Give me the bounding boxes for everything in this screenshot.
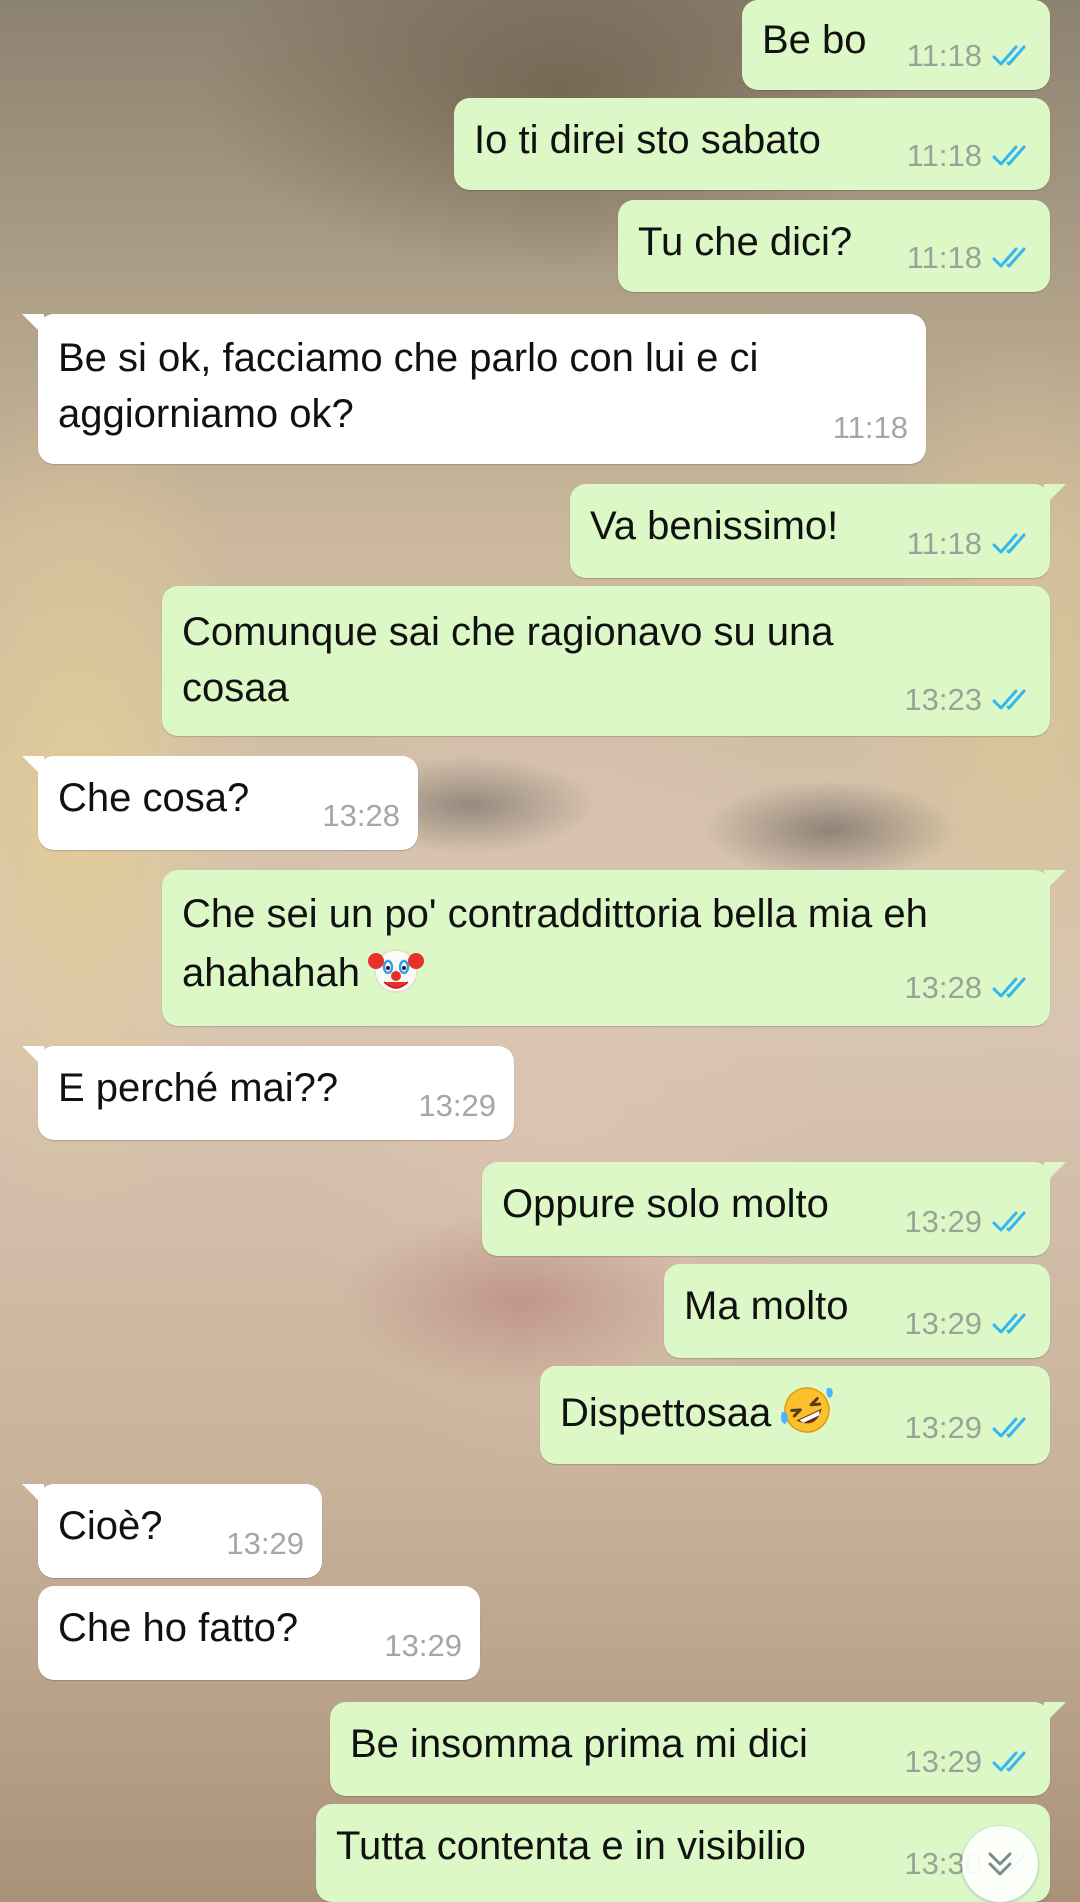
message-text: Be bo xyxy=(762,18,867,62)
message-time: 13:23 xyxy=(904,682,982,717)
message-time: 11:18 xyxy=(832,410,908,445)
message-time: 13:29 xyxy=(384,1628,462,1663)
outgoing-message[interactable]: Io ti direi sto sabato 11:18 xyxy=(454,98,1050,190)
message-text: Be insomma prima mi dici xyxy=(350,1722,808,1766)
clown-face-emoji xyxy=(367,949,424,993)
outgoing-message[interactable]: Tu che dici? 11:18 xyxy=(618,200,1050,292)
message-time: 13:29 xyxy=(904,1204,982,1239)
message-text-body: Dispettosaa xyxy=(560,1391,772,1435)
message-time: 13:29 xyxy=(904,1306,982,1341)
message-time: 11:18 xyxy=(906,138,982,173)
message-time: 13:28 xyxy=(904,970,982,1005)
rolling-on-the-floor-laughing-emoji xyxy=(781,1387,834,1433)
message-time: 11:18 xyxy=(906,526,982,561)
message-text: Dispettosaa xyxy=(560,1382,835,1441)
outgoing-message[interactable]: Comunque sai che ragionavo su una cosaa … xyxy=(162,586,1050,736)
read-ticks-icon xyxy=(992,145,1026,166)
message-time: 13:28 xyxy=(322,798,400,833)
read-ticks-icon xyxy=(992,1417,1026,1438)
read-ticks-icon xyxy=(992,45,1026,66)
scroll-to-bottom-button[interactable] xyxy=(962,1826,1038,1902)
message-text: Cioè? xyxy=(58,1504,163,1548)
message-text-body: Che sei un po' contraddittoria bella mia… xyxy=(182,892,928,995)
message-time: 11:18 xyxy=(906,240,982,275)
message-time: 13:29 xyxy=(226,1526,304,1561)
message-text: Che ho fatto? xyxy=(58,1606,299,1650)
read-ticks-icon xyxy=(992,533,1026,554)
incoming-message[interactable]: Be si ok, facciamo che parlo con lui e c… xyxy=(22,314,926,464)
message-text: Tutta contenta e in visibilio xyxy=(336,1824,806,1868)
chat-message-list[interactable]: Be bo 11:18 Io ti direi sto sabato 11:18… xyxy=(0,0,1080,1902)
read-ticks-icon xyxy=(992,1211,1026,1232)
outgoing-message[interactable]: Ma molto 13:29 xyxy=(664,1264,1050,1358)
outgoing-message[interactable]: Be bo 11:18 xyxy=(742,0,1050,90)
message-text: Comunque sai che ragionavo su una cosaa xyxy=(182,610,834,710)
message-time: 13:29 xyxy=(904,1410,982,1445)
incoming-message[interactable]: E perché mai?? 13:29 xyxy=(22,1046,514,1140)
message-text: Tu che dici? xyxy=(638,220,853,264)
incoming-message[interactable]: Che ho fatto? 13:29 xyxy=(38,1586,480,1680)
outgoing-message[interactable]: Be insomma prima mi dici 13:29 xyxy=(330,1702,1066,1796)
message-text: Io ti direi sto sabato xyxy=(474,118,821,162)
outgoing-message[interactable]: Oppure solo molto 13:29 xyxy=(482,1162,1066,1256)
outgoing-message[interactable]: Dispettosaa 13:29 xyxy=(540,1366,1050,1464)
message-time: 11:18 xyxy=(906,38,982,73)
incoming-message[interactable]: Che cosa? 13:28 xyxy=(22,756,418,850)
read-ticks-icon xyxy=(992,247,1026,268)
message-text: Va benissimo! xyxy=(590,504,839,548)
read-ticks-icon xyxy=(992,977,1026,998)
outgoing-message[interactable]: Tutta contenta e in visibilio 13:30 xyxy=(316,1804,1050,1902)
message-text: E perché mai?? xyxy=(58,1066,339,1110)
read-ticks-icon xyxy=(992,1751,1026,1772)
outgoing-message[interactable]: Che sei un po' contraddittoria bella mia… xyxy=(162,870,1066,1026)
message-text: Ma molto xyxy=(684,1284,849,1328)
read-ticks-icon xyxy=(992,1313,1026,1334)
message-text: Che cosa? xyxy=(58,776,250,820)
incoming-message[interactable]: Cioè? 13:29 xyxy=(22,1484,322,1578)
message-time: 13:29 xyxy=(418,1088,496,1123)
message-text: Be si ok, facciamo che parlo con lui e c… xyxy=(58,336,759,436)
read-ticks-icon xyxy=(992,689,1026,710)
message-text: Che sei un po' contraddittoria bella mia… xyxy=(182,886,928,1001)
double-chevron-down-icon xyxy=(988,1852,1012,1876)
message-time: 13:29 xyxy=(904,1744,982,1779)
outgoing-message[interactable]: Va benissimo! 11:18 xyxy=(570,484,1066,578)
message-text: Oppure solo molto xyxy=(502,1182,829,1226)
